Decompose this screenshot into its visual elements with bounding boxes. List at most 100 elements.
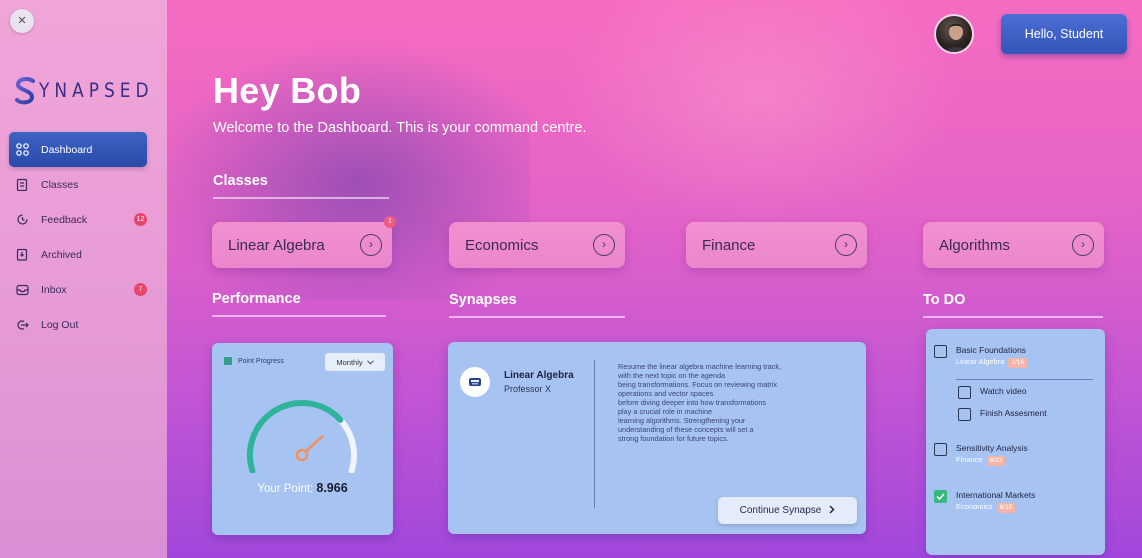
classes-heading: Classes [213, 173, 389, 199]
description-line: play a crucial role in machine [618, 407, 713, 416]
logo-text: YNAPSED [39, 79, 154, 103]
sidebar-item-label: Inbox [41, 283, 67, 296]
feedback-icon [15, 213, 29, 227]
todo-title: Sensitivity Analysis [956, 443, 1028, 453]
class-notification-badge: 1 [384, 216, 396, 228]
description-line: strong foundation for future topics. [618, 434, 729, 443]
inbox-count-badge: 7 [134, 283, 147, 296]
todo-checkbox[interactable] [958, 408, 971, 421]
performance-panel: Point Progress Monthly Your Point: 8.966 [212, 343, 393, 535]
feedback-count-badge: 12 [134, 213, 147, 226]
sidebar-item-label: Classes [41, 178, 79, 191]
todo-item[interactable]: Sensitivity Analysis Finance 6/13 [934, 443, 1028, 466]
sidebar-item-archived[interactable]: Archived [9, 237, 147, 272]
grid-icon [15, 143, 29, 157]
description-line: understanding of these concepts will set… [618, 425, 754, 434]
inbox-icon [15, 283, 29, 297]
gauge-needle [305, 434, 324, 453]
todo-subject: Finance 6/13 [956, 454, 1028, 466]
todo-checkbox[interactable] [934, 345, 947, 358]
todo-progress-tag: 1/16 [1008, 358, 1028, 368]
description-line: operations and vector spaces [618, 389, 714, 398]
page-subtitle: Welcome to the Dashboard. This is your c… [213, 120, 587, 136]
description-line: being transformations. Focus on reviewin… [618, 380, 777, 389]
chevron-right-icon[interactable]: › [1072, 234, 1094, 256]
points-value: 8.966 [316, 481, 348, 495]
sidebar-item-label: Log Out [41, 318, 79, 331]
period-select[interactable]: Monthly [325, 353, 385, 371]
todo-checkbox-checked[interactable] [934, 490, 947, 503]
todo-panel: Basic Foundations Linear Algebra 1/16 Wat… [926, 329, 1105, 555]
todo-title: Basic Foundations [956, 345, 1026, 355]
class-card-label: Linear Algebra [228, 236, 325, 254]
points-label: Your Point: [257, 483, 314, 495]
class-card-label: Economics [465, 236, 539, 254]
class-card-label: Algorithms [939, 236, 1010, 254]
logo-s-icon [15, 77, 35, 105]
class-card-linear-algebra[interactable]: Linear Algebra › 1 [212, 216, 396, 268]
todo-divider [956, 379, 1093, 380]
clipboard-icon [15, 178, 29, 192]
todo-subitem[interactable]: Watch video [958, 386, 1026, 399]
todo-subject-text: Finance [956, 455, 983, 464]
background-glow-light [560, 0, 960, 230]
class-card-algorithms[interactable]: Algorithms › [923, 222, 1104, 268]
sidebar: × YNAPSED Dashboard Classes Feedback 12 … [0, 0, 167, 558]
gauge-track [337, 416, 357, 473]
sidebar-item-classes[interactable]: Classes [9, 167, 147, 202]
todo-progress-tag: 6/13 [986, 456, 1006, 466]
synapse-professor: Professor X [504, 384, 552, 394]
todo-subitem[interactable]: Finish Assesment [958, 408, 1047, 421]
page-title: Hey Bob [213, 70, 362, 111]
description-line: with the next topic on the agenda [618, 371, 726, 380]
synapse-description: Resume the linear algebra machine learni… [618, 362, 844, 443]
sidebar-nav: Dashboard Classes Feedback 12 Archived I… [9, 132, 147, 342]
todo-checkbox[interactable] [958, 386, 971, 399]
dashboard-app: × YNAPSED Dashboard Classes Feedback 12 … [0, 0, 1142, 558]
class-card-label: Finance [702, 236, 756, 254]
continue-synapse-button[interactable]: Continue Synapse [718, 497, 857, 524]
logout-icon [15, 318, 29, 332]
synapse-course: Linear Algebra [504, 370, 574, 381]
avatar[interactable] [934, 14, 974, 54]
checkmark-icon [936, 493, 945, 500]
todo-subject: Economics 8/15 [956, 501, 1035, 513]
synapsed-logo: YNAPSED [14, 76, 154, 106]
close-icon: × [17, 12, 27, 29]
description-line: before diving deeper into how transforma… [618, 398, 767, 407]
sidebar-item-label: Archived [41, 248, 82, 261]
synapse-divider [594, 360, 595, 508]
archive-icon [15, 248, 29, 262]
legend-label: Point Progress [238, 357, 284, 365]
sidebar-item-label: Dashboard [41, 143, 93, 156]
sidebar-item-inbox[interactable]: Inbox 7 [9, 272, 147, 307]
description-line: Resume the linear algebra machine learni… [618, 362, 782, 371]
chevron-right-icon[interactable]: › [360, 234, 382, 256]
class-card-finance[interactable]: Finance › [686, 222, 867, 268]
todo-item[interactable]: Basic Foundations Linear Algebra 1/16 [934, 345, 1028, 368]
sidebar-item-logout[interactable]: Log Out [9, 307, 147, 342]
todo-subject-text: Linear Algebra [956, 357, 1005, 366]
sidebar-item-label: Feedback [41, 213, 88, 226]
todo-checkbox[interactable] [934, 443, 947, 456]
continue-synapse-label: Continue Synapse [739, 505, 822, 516]
chevron-right-icon[interactable]: › [593, 234, 615, 256]
synapses-heading: Synapses [449, 292, 625, 318]
hello-student-button[interactable]: Hello, Student [1001, 14, 1127, 54]
sidebar-item-feedback[interactable]: Feedback 12 [9, 202, 147, 237]
legend-swatch [224, 357, 232, 365]
chevron-right-icon [829, 504, 835, 517]
todo-title: International Markets [956, 490, 1036, 500]
todo-subject-text: Economics [956, 502, 993, 511]
todo-title: Watch video [980, 386, 1027, 396]
sidebar-item-dashboard[interactable]: Dashboard [9, 132, 147, 167]
chevron-right-icon[interactable]: › [835, 234, 857, 256]
chart-legend: Point Progress [224, 357, 284, 365]
close-button[interactable]: × [10, 9, 34, 33]
description-line: learning algorithms. Strengthening your [618, 416, 746, 425]
todo-item[interactable]: International Markets Economics 8/15 [934, 490, 1035, 513]
chevron-down-icon [366, 358, 374, 367]
class-card-economics[interactable]: Economics › [449, 222, 625, 268]
synapses-panel: Linear Algebra Professor X Resume the li… [448, 342, 866, 534]
todo-heading: To DO [923, 292, 1103, 318]
